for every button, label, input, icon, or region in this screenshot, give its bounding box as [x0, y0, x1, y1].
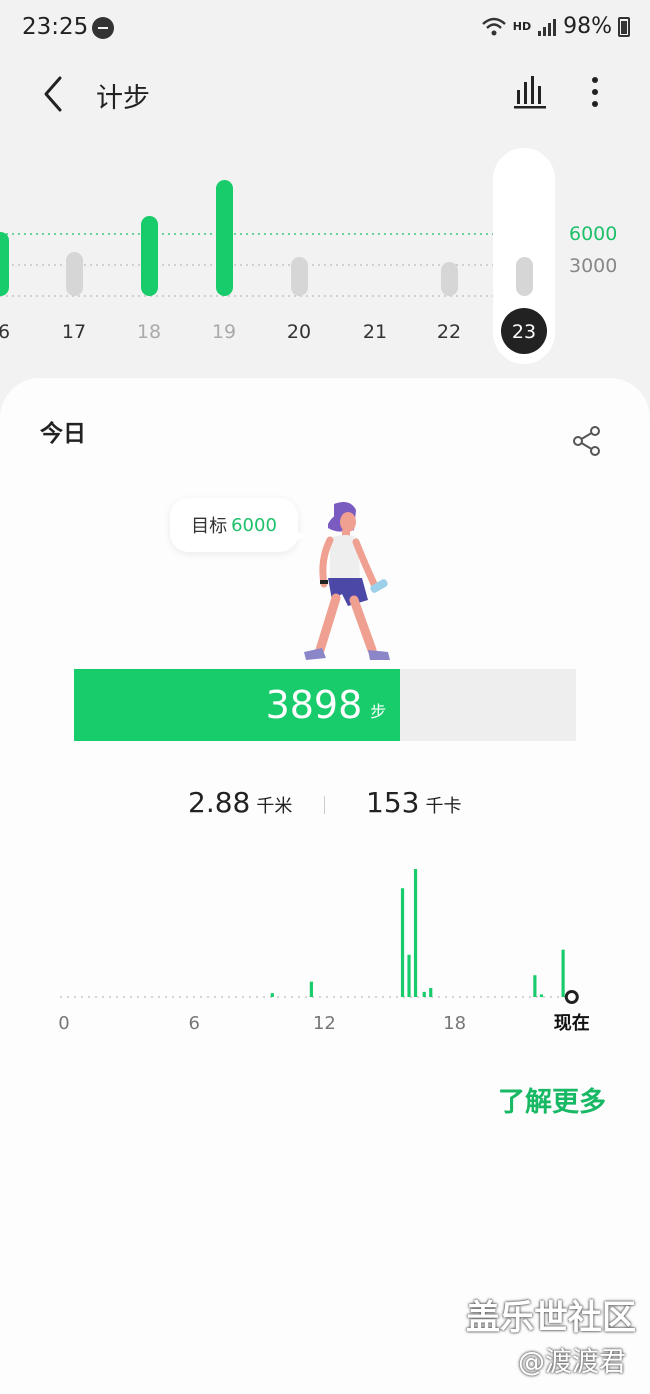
x-tick-label: 12: [313, 1013, 336, 1034]
x-tick-label: 现在: [554, 1012, 590, 1034]
hourly-bar: [270, 993, 274, 997]
week-bar[interactable]: [0, 232, 9, 296]
week-bar[interactable]: [66, 252, 83, 296]
goal-label: 目标: [191, 516, 228, 537]
weekly-steps-chart[interactable]: 6000 3000 6 17 18 19 20 21 22 23: [0, 140, 650, 380]
status-time: 23:25: [22, 14, 89, 40]
day-label[interactable]: 20: [287, 321, 311, 343]
steps-count: 3898 步: [74, 669, 400, 741]
hourly-bar: [561, 949, 565, 997]
calories-unit: 千卡: [425, 796, 462, 817]
week-bar[interactable]: [291, 257, 308, 296]
hourly-bar: [407, 954, 411, 997]
status-icons: HD 98%: [481, 14, 630, 39]
do-not-disturb-icon: [92, 17, 114, 39]
goal-line-label: 6000: [569, 223, 617, 245]
x-tick-label: 18: [443, 1013, 466, 1034]
more-options-icon[interactable]: [578, 74, 612, 110]
day-label[interactable]: 19: [212, 321, 236, 343]
day-label[interactable]: 22: [437, 321, 461, 343]
hourly-bar: [400, 888, 405, 997]
hourly-steps-chart: 0 6 12 18 现在: [58, 869, 590, 1034]
hourly-bar: [533, 975, 537, 997]
calories: 153 千卡: [366, 786, 461, 819]
mid-line-label: 3000: [569, 255, 617, 277]
metrics-row: 2.88 千米 153 千卡: [0, 786, 650, 826]
battery-percent: 98%: [563, 14, 612, 39]
bar-chart-icon[interactable]: [512, 74, 548, 110]
hourly-bar: [309, 981, 313, 997]
steps-progress-bar: 3898 步: [74, 669, 576, 741]
page-title: 计步: [96, 83, 150, 114]
day-label[interactable]: 18: [137, 321, 161, 343]
week-bar[interactable]: [441, 262, 458, 296]
status-bar: 23:25 HD 98%: [0, 0, 650, 60]
goal-value: 6000: [231, 514, 277, 536]
day-label[interactable]: 6: [0, 321, 10, 343]
week-bar[interactable]: [216, 180, 233, 296]
day-label[interactable]: 23: [512, 321, 536, 343]
walking-person-illustration: [304, 502, 390, 660]
distance: 2.88 千米: [188, 786, 292, 819]
distance-unit: 千米: [256, 796, 293, 817]
watermark-author: @渡渡君: [518, 1347, 626, 1378]
steps-value: 3898: [265, 683, 363, 727]
share-icon[interactable]: [570, 424, 604, 458]
day-label[interactable]: 21: [363, 321, 387, 343]
goal-bubble: 目标 6000: [170, 498, 306, 552]
day-label[interactable]: 17: [62, 321, 86, 343]
battery-icon: [618, 16, 630, 37]
hourly-bar: [539, 994, 543, 997]
signal-icon: [538, 18, 557, 36]
x-tick-label: 6: [188, 1013, 199, 1034]
hourly-bar: [422, 991, 426, 997]
week-bar[interactable]: [141, 216, 158, 296]
hourly-bar: [413, 869, 418, 997]
back-arrow-icon[interactable]: [36, 74, 72, 114]
week-bar[interactable]: [516, 257, 533, 296]
metric-divider: [324, 796, 325, 814]
distance-value: 2.88: [188, 786, 251, 819]
app-bar: 计步: [0, 60, 650, 130]
learn-more-link[interactable]: 了解更多: [498, 1080, 606, 1119]
steps-unit: 步: [370, 702, 387, 721]
calories-value: 153: [366, 786, 420, 819]
watermark-community: 盖乐世社区: [466, 1298, 636, 1338]
network-hd-label: HD: [512, 20, 532, 33]
today-label: 今日: [40, 421, 86, 447]
now-marker: [564, 990, 579, 1004]
hourly-bar: [429, 988, 433, 997]
wifi-icon: [481, 17, 506, 35]
x-tick-label: 0: [58, 1013, 69, 1034]
